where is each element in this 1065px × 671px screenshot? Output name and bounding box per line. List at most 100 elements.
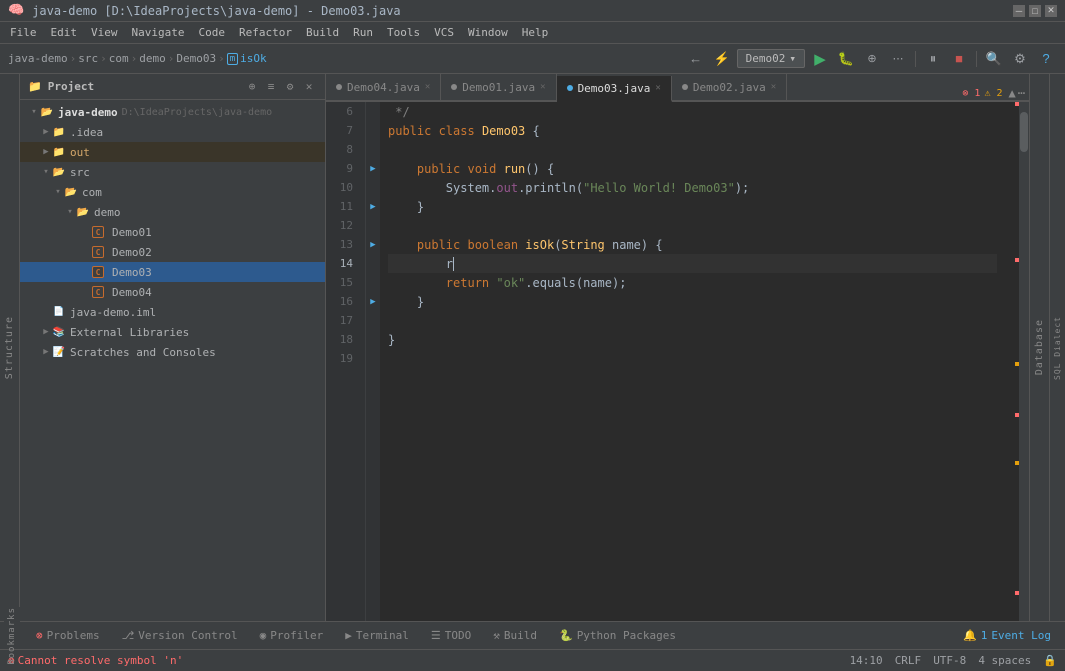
tree-out[interactable]: ▶ 📁 out (20, 142, 325, 162)
database-panel[interactable]: Database (1029, 74, 1049, 621)
tree-src[interactable]: ▾ 📂 src (20, 162, 325, 182)
tree-iml[interactable]: ▶ 📄 java-demo.iml (20, 302, 325, 322)
menu-code[interactable]: Code (192, 24, 231, 41)
search-everywhere-button[interactable]: 🔍 (983, 48, 1005, 70)
line-num-11: 11 (326, 197, 359, 216)
run-button[interactable]: ▶ (809, 48, 831, 70)
tree-root-label: java-demo (58, 106, 118, 119)
event-log-icon: 🔔 (963, 629, 977, 642)
bottom-tab-profiler[interactable]: ◉ Profiler (250, 624, 334, 648)
more-run-button[interactable]: ⋯ (887, 48, 909, 70)
panel-hide-button[interactable]: ✕ (301, 79, 317, 95)
tree-demo02-label: Demo02 (112, 246, 152, 259)
structure-panel[interactable]: Structure (0, 74, 20, 621)
tab-overflow-button[interactable]: ⋯ (1018, 86, 1025, 100)
editor-content[interactable]: 6 7 8 9 10 11 12 13 14 15 16 17 18 19 ▶ (326, 102, 1029, 621)
tab-demo02-close[interactable]: ✕ (771, 82, 776, 92)
menu-build[interactable]: Build (300, 24, 345, 41)
menu-refactor[interactable]: Refactor (233, 24, 298, 41)
stop-button[interactable]: ■ (948, 48, 970, 70)
status-indent[interactable]: 4 spaces (978, 654, 1031, 667)
tab-demo03[interactable]: Demo03.java ✕ (557, 76, 672, 102)
menu-edit[interactable]: Edit (45, 24, 84, 41)
demo02-java-icon: C (92, 246, 104, 258)
breadcrumb-com[interactable]: com (109, 52, 129, 65)
error-gutter (1005, 102, 1019, 621)
tab-demo01-close[interactable]: ✕ (540, 82, 545, 92)
bottom-tab-terminal[interactable]: ▶ Terminal (335, 624, 419, 648)
menu-help[interactable]: Help (516, 24, 555, 41)
breadcrumb-project[interactable]: java-demo (8, 52, 68, 65)
tree-scratches[interactable]: ▶ 📝 Scratches and Consoles (20, 342, 325, 362)
tab-demo04[interactable]: Demo04.java ✕ (326, 74, 441, 100)
menu-window[interactable]: Window (462, 24, 514, 41)
error-chevron-up[interactable]: ▲ (1009, 86, 1016, 100)
panel-add-button[interactable]: ⊕ (244, 79, 260, 95)
code-line-9: public void run() { (388, 159, 997, 178)
tree-scratches-arrow: ▶ (40, 347, 52, 357)
status-line-ending[interactable]: CRLF (895, 654, 922, 667)
tree-demo04[interactable]: ▶ C Demo04 (20, 282, 325, 302)
bottom-tab-problems[interactable]: ⊗ Problems (26, 624, 110, 648)
tree-demo02[interactable]: ▶ C Demo02 (20, 242, 325, 262)
bottom-tab-todo[interactable]: ☰ TODO (421, 624, 481, 648)
gutter-7 (366, 121, 380, 140)
bottom-tab-vcs[interactable]: ⎇ Version Control (112, 624, 248, 648)
gutter-15 (366, 273, 380, 292)
menu-file[interactable]: File (4, 24, 43, 41)
breadcrumb-src[interactable]: src (78, 52, 98, 65)
gutter-9: ▶ (366, 159, 380, 178)
panel-settings-button[interactable]: ⚙ (282, 79, 298, 95)
code-area[interactable]: */ public class Demo03 { public void run… (380, 102, 1005, 621)
pause-button[interactable]: ⏸ (922, 48, 944, 70)
menu-run[interactable]: Run (347, 24, 379, 41)
tree-demo[interactable]: ▾ 📂 demo (20, 202, 325, 222)
editor-scrollbar[interactable] (1019, 102, 1029, 621)
breadcrumb-demo03[interactable]: Demo03 (176, 52, 216, 65)
status-encoding[interactable]: UTF-8 (933, 654, 966, 667)
vcs-back-button[interactable]: ← (685, 48, 707, 70)
menu-vcs[interactable]: VCS (428, 24, 460, 41)
coverage-button[interactable]: ⊕ (861, 48, 883, 70)
bottom-tab-build[interactable]: ⚒ Build (483, 624, 547, 648)
project-panel-title: Project (48, 80, 94, 93)
scrollbar-thumb[interactable] (1020, 112, 1028, 152)
todo-label: TODO (445, 629, 472, 642)
bottom-tab-eventlog[interactable]: 🔔 1 Event Log (953, 624, 1061, 648)
tab-demo02[interactable]: Demo02.java ✕ (672, 74, 787, 100)
debug-button[interactable]: 🐛 (835, 48, 857, 70)
ext-libs-icon: 📚 (52, 325, 66, 339)
tree-root[interactable]: ▾ 📂 java-demo D:\IdeaProjects\java-demo (20, 102, 325, 122)
bottom-tab-python[interactable]: 🐍 Python Packages (549, 624, 686, 648)
minimize-button[interactable]: ─ (1013, 5, 1025, 17)
vcs-label: Version Control (138, 629, 237, 642)
tree-idea[interactable]: ▶ 📁 .idea (20, 122, 325, 142)
settings-button[interactable]: ⚙ (1009, 48, 1031, 70)
menu-navigate[interactable]: Navigate (126, 24, 191, 41)
help-button[interactable]: ? (1035, 48, 1057, 70)
status-position[interactable]: 14:10 (850, 654, 883, 667)
tree-demo01[interactable]: ▶ C Demo01 (20, 222, 325, 242)
sqldialect-panel[interactable]: SQL Dialect (1049, 74, 1065, 621)
vcs-forward-button[interactable]: ⚡ (711, 48, 733, 70)
tree-com[interactable]: ▾ 📂 com (20, 182, 325, 202)
breadcrumb-demo[interactable]: demo (139, 52, 166, 65)
tab-actions: ⊗ 1 ⚠ 2 ▲ ⋯ (958, 86, 1029, 100)
menu-tools[interactable]: Tools (381, 24, 426, 41)
line-num-14: 14 (326, 254, 359, 273)
run-config-name: Demo02 (746, 52, 786, 65)
tree-demo03[interactable]: ▶ C Demo03 (20, 262, 325, 282)
tab-demo03-close[interactable]: ✕ (655, 83, 660, 93)
breadcrumb-isok[interactable]: isOk (240, 52, 267, 65)
code-line-16: } (388, 292, 997, 311)
tab-demo04-close[interactable]: ✕ (425, 82, 430, 92)
menu-view[interactable]: View (85, 24, 124, 41)
bookmarks-label: Bookmarks (7, 607, 17, 665)
panel-collapse-button[interactable]: ≡ (263, 79, 279, 95)
close-button[interactable]: ✕ (1045, 5, 1057, 17)
run-config-selector[interactable]: Demo02 ▾ (737, 49, 805, 68)
code-line-10: System.out.println("Hello World! Demo03"… (388, 178, 997, 197)
tree-ext-libs[interactable]: ▶ 📚 External Libraries (20, 322, 325, 342)
maximize-button[interactable]: □ (1029, 5, 1041, 17)
tab-demo01[interactable]: Demo01.java ✕ (441, 74, 556, 100)
